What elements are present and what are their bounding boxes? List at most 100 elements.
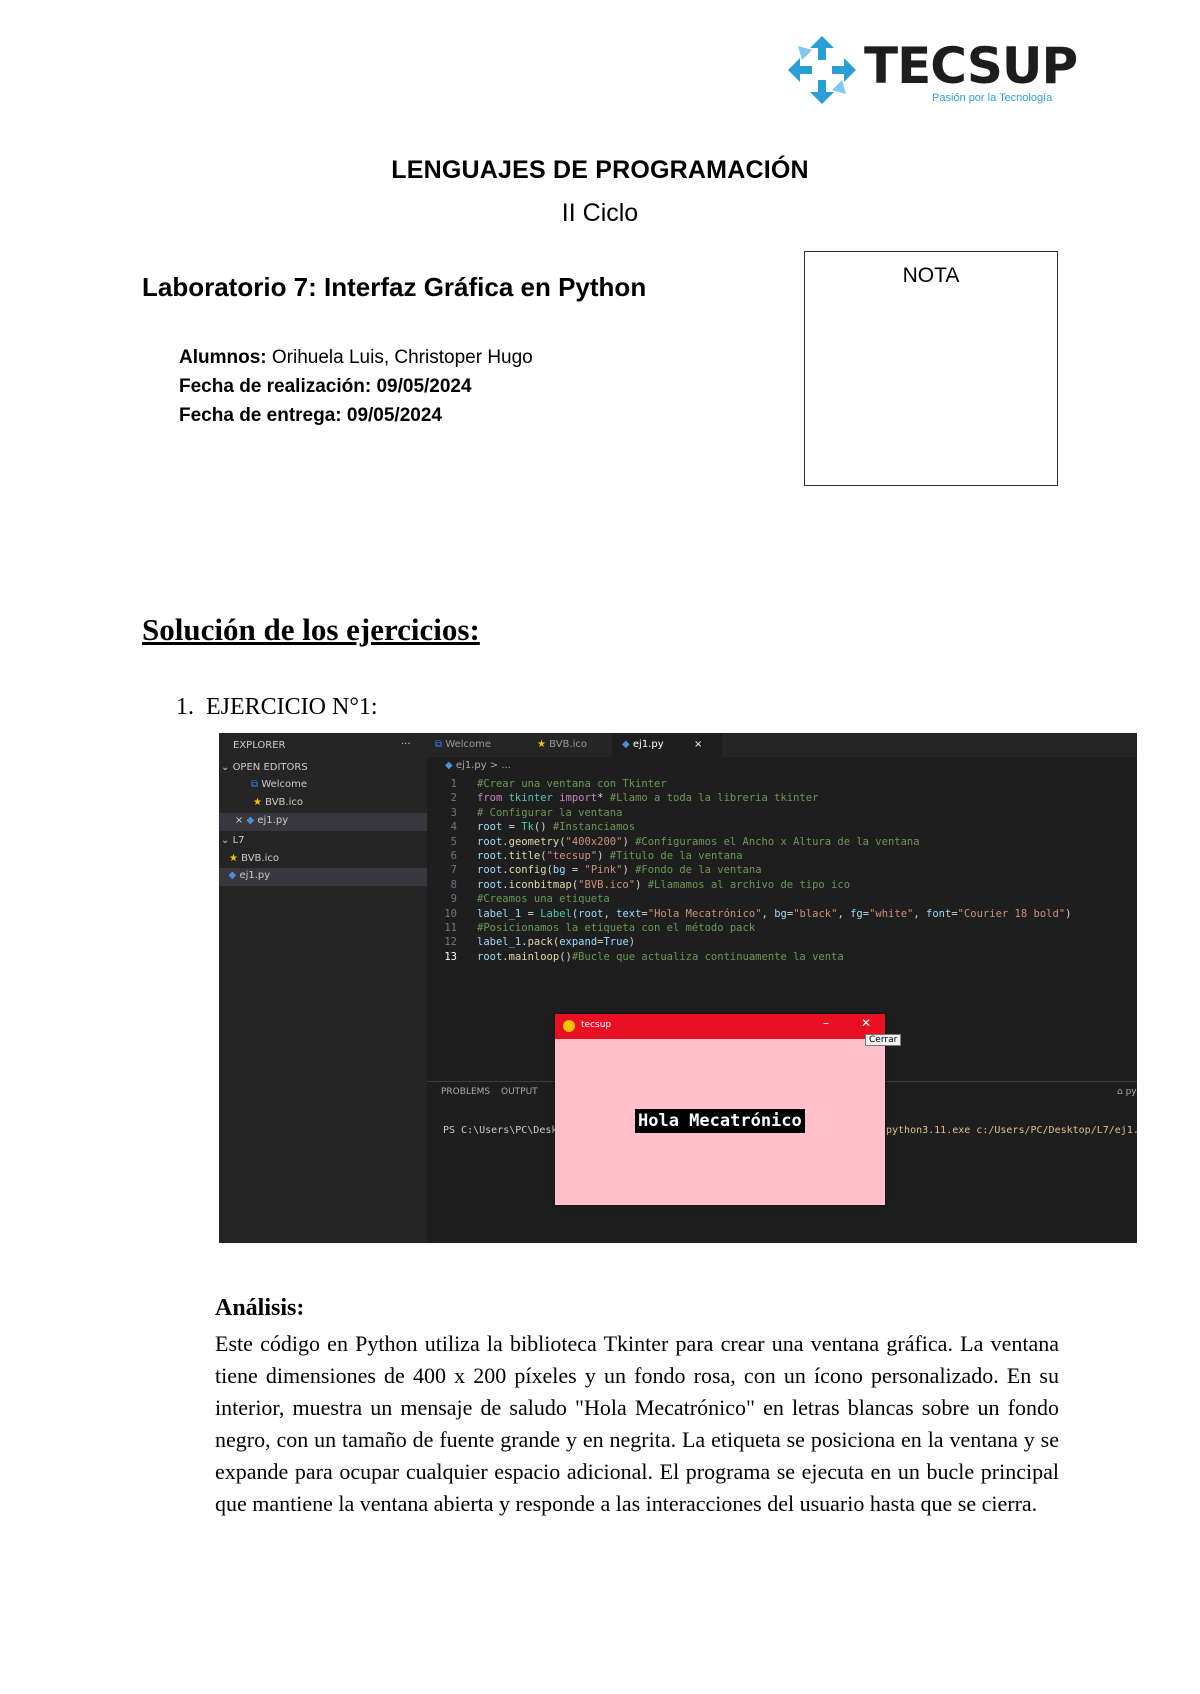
code-token: tkinter [508, 792, 560, 805]
terminal-text-right: python3.11.exe c:/Users/PC/Desktop/L7/ej… [886, 1125, 1137, 1136]
tab-ej1[interactable]: ◆ ej1.py × [612, 733, 722, 757]
code-token: root [578, 907, 604, 920]
open-file-welcome[interactable]: ⧉ Welcome [251, 779, 307, 790]
code-token: () [559, 950, 572, 963]
code-token: from [477, 792, 509, 805]
code-line[interactable]: 2 from tkinter import* #Llamo a toda la l… [427, 791, 819, 807]
tab-bvb[interactable]: ★ BVB.ico [537, 733, 587, 757]
code-token: bg [552, 864, 566, 877]
code-token: , [761, 907, 775, 920]
tk-greeting-label: Hola Mecatrónico [635, 1109, 805, 1133]
folder-file-ej1[interactable]: ◆ ej1.py [219, 868, 427, 886]
code-token: #Instanciamos [552, 821, 636, 834]
open-file-label: Welcome [261, 779, 308, 790]
code-token: bg [774, 907, 787, 920]
star-icon: ★ [253, 797, 262, 808]
code-line[interactable]: 10 label_1 = Label(root, text="Hola Mecat… [427, 907, 1071, 923]
exercise-heading: 1. EJERCICIO N°1: [176, 694, 378, 721]
code-token: #Configuramos el Ancho x Altura de la ve… [635, 835, 920, 848]
code-line[interactable]: 11 #Posicionamos la etiqueta con el métod… [427, 921, 755, 937]
code-token: "black" [793, 907, 838, 920]
code-token: geometry [508, 835, 560, 848]
code-token: ) [622, 864, 636, 877]
grade-label: NOTA [902, 264, 960, 287]
folder-file-label: BVB.ico [241, 853, 279, 864]
date-due-line: Fecha de entrega: 09/05/2024 [179, 405, 442, 427]
tk-window: tecsup – ✕ Hola Mecatrónico [555, 1014, 885, 1205]
code-token: "BVB.ico" [578, 878, 636, 891]
folder-file-bvb[interactable]: ★ BVB.ico [229, 853, 279, 864]
panel-terminal-selector[interactable]: ⌂ py [1117, 1087, 1137, 1097]
code-line[interactable]: 3 # Configurar la ventana [427, 806, 623, 822]
code-token: "400x200" [565, 835, 623, 848]
close-tooltip: Cerrar [865, 1034, 902, 1046]
code-line[interactable]: 4 root = Tk() #Instanciamos [427, 820, 635, 836]
terminal-icon: ⌂ [1117, 1087, 1123, 1097]
star-icon: ★ [537, 739, 546, 750]
folder-header[interactable]: ⌄ L7 [221, 835, 245, 846]
code-token: #Llamo a toda la libreria tkinter [609, 792, 819, 805]
panel-terminal-label: py [1125, 1087, 1137, 1097]
code-token: #Creamos una etiqueta [477, 893, 610, 906]
code-token: ) [628, 936, 636, 949]
exercise-title: EJERCICIO N°1: [206, 694, 378, 720]
open-file-bvb[interactable]: ★ BVB.ico [253, 797, 303, 808]
open-editors-header[interactable]: ⌄ OPEN EDITORS [221, 762, 308, 773]
panel-tab-output[interactable]: OUTPUT [501, 1087, 538, 1097]
students-label: Alumnos: [179, 347, 267, 368]
course-title: LENGUAJES DE PROGRAMACIÓN [391, 156, 809, 184]
tecsup-logo-icon [788, 36, 856, 104]
analysis-title: Análisis: [215, 1295, 305, 1321]
course-cycle: II Ciclo [561, 199, 639, 227]
code-line[interactable]: 1 #Crear una ventana con Tkinter [427, 777, 667, 793]
open-file-label: ej1.py [257, 815, 289, 826]
code-line[interactable]: 12 label_1.pack(expand=True) [427, 935, 635, 951]
code-token: root [477, 864, 503, 877]
code-line[interactable]: 7 root.config(bg = "Pink") #Fondo de la v… [427, 863, 762, 879]
code-token: expand [559, 936, 598, 949]
code-token: root [477, 950, 503, 963]
line-number: 2 [450, 792, 457, 805]
section-title: Solución de los ejercicios: [142, 612, 480, 647]
code-token: #Bucle que actualiza continuamente la ve… [571, 950, 844, 963]
explorer-title: EXPLORER [233, 740, 286, 751]
date-due-label: Fecha de entrega: [179, 405, 342, 426]
explorer-more-icon[interactable]: ··· [401, 739, 411, 750]
close-icon[interactable]: × [235, 815, 243, 826]
code-token: True [603, 936, 629, 949]
code-line[interactable]: 13 root.mainloop()#Bucle que actualiza co… [427, 950, 844, 966]
minimize-button[interactable]: – [823, 1016, 829, 1030]
code-token: fg [850, 907, 863, 920]
code-line[interactable]: 9 #Creamos una etiqueta [427, 892, 610, 908]
code-token: "white" [869, 907, 914, 920]
code-token: "Courier 18 bold" [957, 907, 1066, 920]
code-token: * [597, 792, 610, 805]
code-line[interactable]: 6 root.title("tecsup") #Titulo de la vent… [427, 849, 743, 865]
code-line[interactable]: 8 root.iconbitmap("BVB.ico") #Llamamos al… [427, 878, 850, 894]
grade-box: NOTA [804, 251, 1058, 486]
tab-close-icon[interactable]: × [694, 733, 702, 757]
panel-tab-problems[interactable]: PROBLEMS [441, 1087, 490, 1097]
code-token: root [477, 821, 509, 834]
line-number: 4 [450, 821, 457, 834]
close-button[interactable]: ✕ [861, 1016, 871, 1030]
line-number: 11 [444, 922, 457, 934]
line-number: 12 [444, 936, 457, 949]
code-token: = [508, 821, 522, 834]
code-token: ) [597, 850, 610, 862]
code-token: root [477, 835, 503, 848]
open-file-ej1[interactable]: × ◆ ej1.py [219, 813, 427, 831]
explorer-sidebar: EXPLORER ··· ⌄ OPEN EDITORS ⧉ Welcome ★ … [219, 733, 427, 1243]
tab-welcome[interactable]: ⧉ Welcome [435, 733, 491, 757]
line-number: 3 [450, 806, 457, 819]
breadcrumb: ◆ ej1.py > ... [445, 760, 511, 771]
code-token: label_1 [477, 907, 528, 920]
code-token: #Llamamos al archivo de tipo ico [647, 878, 851, 891]
tk-titlebar[interactable]: tecsup – ✕ [555, 1014, 885, 1039]
python-file-icon: ◆ [246, 815, 255, 826]
open-editors-label: OPEN EDITORS [232, 762, 308, 773]
folder-label: L7 [232, 835, 245, 846]
code-line[interactable]: 5 root.geometry("400x200") #Configuramos … [427, 835, 920, 851]
line-number: 5 [450, 835, 457, 848]
python-file-icon: ◆ [445, 760, 453, 771]
